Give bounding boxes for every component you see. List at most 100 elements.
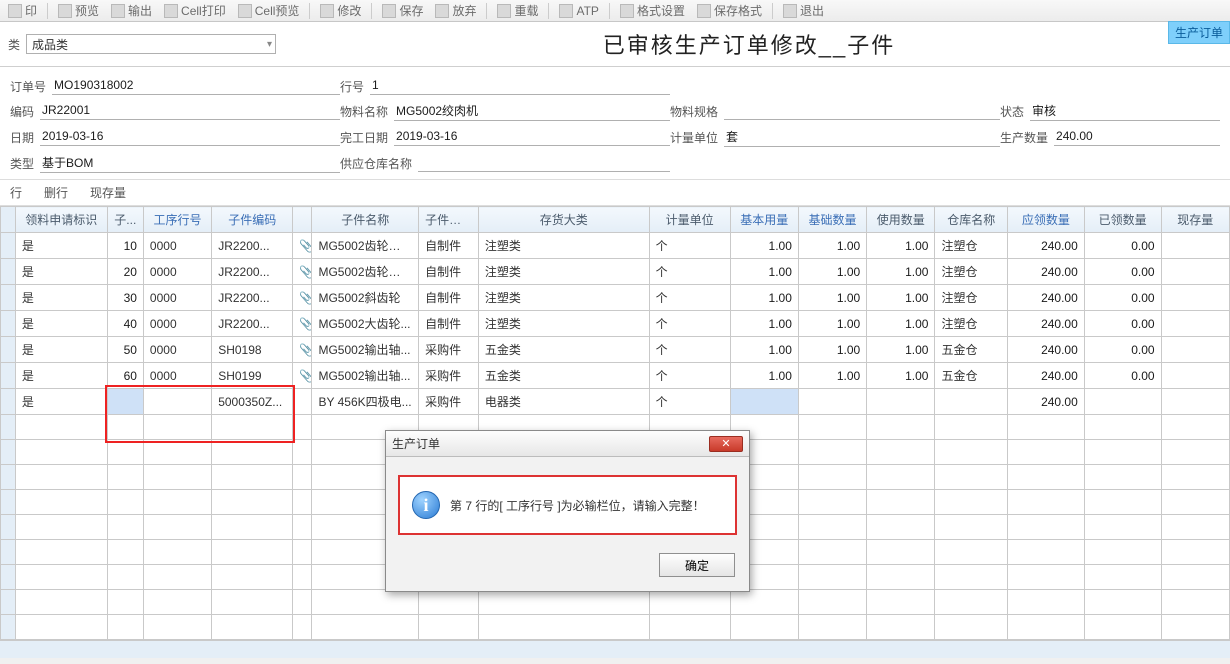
atp-button[interactable]: ATP [555,3,602,19]
cell[interactable]: 60 [107,363,143,389]
cell[interactable]: 1.00 [867,311,935,337]
table-row[interactable] [1,590,1230,615]
cell[interactable]: MG5002齿轮箱座 [312,233,419,259]
cell[interactable] [143,515,211,540]
cell[interactable]: 个 [649,337,730,363]
col-header[interactable]: 现存量 [1161,207,1229,233]
cell[interactable]: 个 [649,363,730,389]
cell[interactable] [798,565,866,590]
col-header[interactable]: 基本用量 [730,207,798,233]
cell[interactable]: 五金类 [478,363,649,389]
cell[interactable]: 0.00 [1084,233,1161,259]
col-header[interactable]: 子件名称 [312,207,419,233]
cell[interactable]: 1.00 [867,233,935,259]
cell[interactable] [798,615,866,640]
cell[interactable] [15,615,107,640]
cell[interactable] [107,389,143,415]
cell[interactable] [478,590,649,615]
preview-button[interactable]: 预览 [54,1,103,20]
cell[interactable]: 0.00 [1084,311,1161,337]
finish-date-field[interactable]: 2019-03-16 [394,128,670,146]
cell[interactable]: 1.00 [798,285,866,311]
ok-button[interactable]: 确定 [659,553,735,577]
cell[interactable] [867,465,935,490]
cell[interactable] [935,590,1008,615]
cell[interactable] [15,440,107,465]
cell[interactable]: MG5002齿轮箱盖 [312,259,419,285]
cell[interactable]: 个 [649,389,730,415]
cell[interactable]: 注塑仓 [935,233,1008,259]
cell[interactable] [419,615,479,640]
output-button[interactable]: 输出 [107,1,156,20]
cell[interactable] [649,590,730,615]
cell[interactable] [419,590,479,615]
cell-preview-button[interactable]: Cell预览 [234,1,304,20]
cell[interactable] [1007,590,1084,615]
cell[interactable] [1161,540,1229,565]
table-row[interactable]: 是200000JR2200...📎MG5002齿轮箱盖自制件注塑类个1.001.… [1,259,1230,285]
cell[interactable]: 1.00 [867,259,935,285]
spec-field[interactable] [724,102,1000,120]
cell[interactable] [867,565,935,590]
cell[interactable]: SH0199 [212,363,293,389]
cell[interactable]: 自制件 [419,311,479,337]
cell[interactable] [867,615,935,640]
cell[interactable] [1161,285,1229,311]
cell[interactable]: MG5002斜齿轮 [312,285,419,311]
cell[interactable] [1161,363,1229,389]
cell[interactable]: 40 [107,311,143,337]
cell[interactable] [293,465,312,490]
cell[interactable] [212,565,293,590]
cell[interactable] [1084,565,1161,590]
col-header[interactable]: 子件编码 [212,207,293,233]
type-field[interactable]: 基于BOM [40,153,340,173]
cell[interactable] [1084,540,1161,565]
cell[interactable]: 0.00 [1084,259,1161,285]
cell[interactable] [293,565,312,590]
cell[interactable] [15,565,107,590]
cell[interactable]: 注塑类 [478,259,649,285]
cell[interactable] [15,490,107,515]
cell[interactable]: 1.00 [730,259,798,285]
cell[interactable] [212,415,293,440]
cell[interactable]: SH0198 [212,337,293,363]
cell[interactable]: 注塑类 [478,233,649,259]
cell[interactable]: 240.00 [1007,389,1084,415]
cell[interactable]: 240.00 [1007,363,1084,389]
cell[interactable]: 自制件 [419,259,479,285]
horizontal-scrollbar[interactable] [0,640,1230,658]
cell[interactable] [935,465,1008,490]
cell[interactable] [1007,565,1084,590]
cell[interactable]: 采购件 [419,363,479,389]
cell[interactable]: 个 [649,233,730,259]
table-row[interactable]: 是5000350Z...BY 456K四极电...采购件电器类个240.00 [1,389,1230,415]
cell[interactable]: 采购件 [419,389,479,415]
cell[interactable] [730,590,798,615]
cell[interactable] [15,465,107,490]
cell[interactable]: 30 [107,285,143,311]
cell[interactable]: 注塑类 [478,285,649,311]
cell[interactable]: 📎 [293,233,312,259]
cell[interactable] [798,389,866,415]
cell[interactable]: 1.00 [798,259,866,285]
subtb-0[interactable]: 行 [10,184,22,201]
col-header[interactable]: 子... [107,207,143,233]
cell[interactable]: 注塑仓 [935,285,1008,311]
col-header[interactable]: 存货大类 [478,207,649,233]
cell[interactable]: 采购件 [419,337,479,363]
cell[interactable]: 自制件 [419,285,479,311]
cell[interactable] [143,440,211,465]
cell[interactable] [730,615,798,640]
cell[interactable] [935,389,1008,415]
cell[interactable]: 📎 [293,259,312,285]
cell[interactable] [798,590,866,615]
cell[interactable] [293,540,312,565]
order-no-field[interactable]: MO190318002 [52,77,340,95]
cell[interactable]: BY 456K四极电... [312,389,419,415]
print-button[interactable]: 印 [4,1,41,20]
cell[interactable]: 📎 [293,285,312,311]
cell[interactable]: 0.00 [1084,363,1161,389]
cell[interactable] [312,590,419,615]
cell[interactable]: 240.00 [1007,311,1084,337]
cell[interactable]: 5000350Z... [212,389,293,415]
